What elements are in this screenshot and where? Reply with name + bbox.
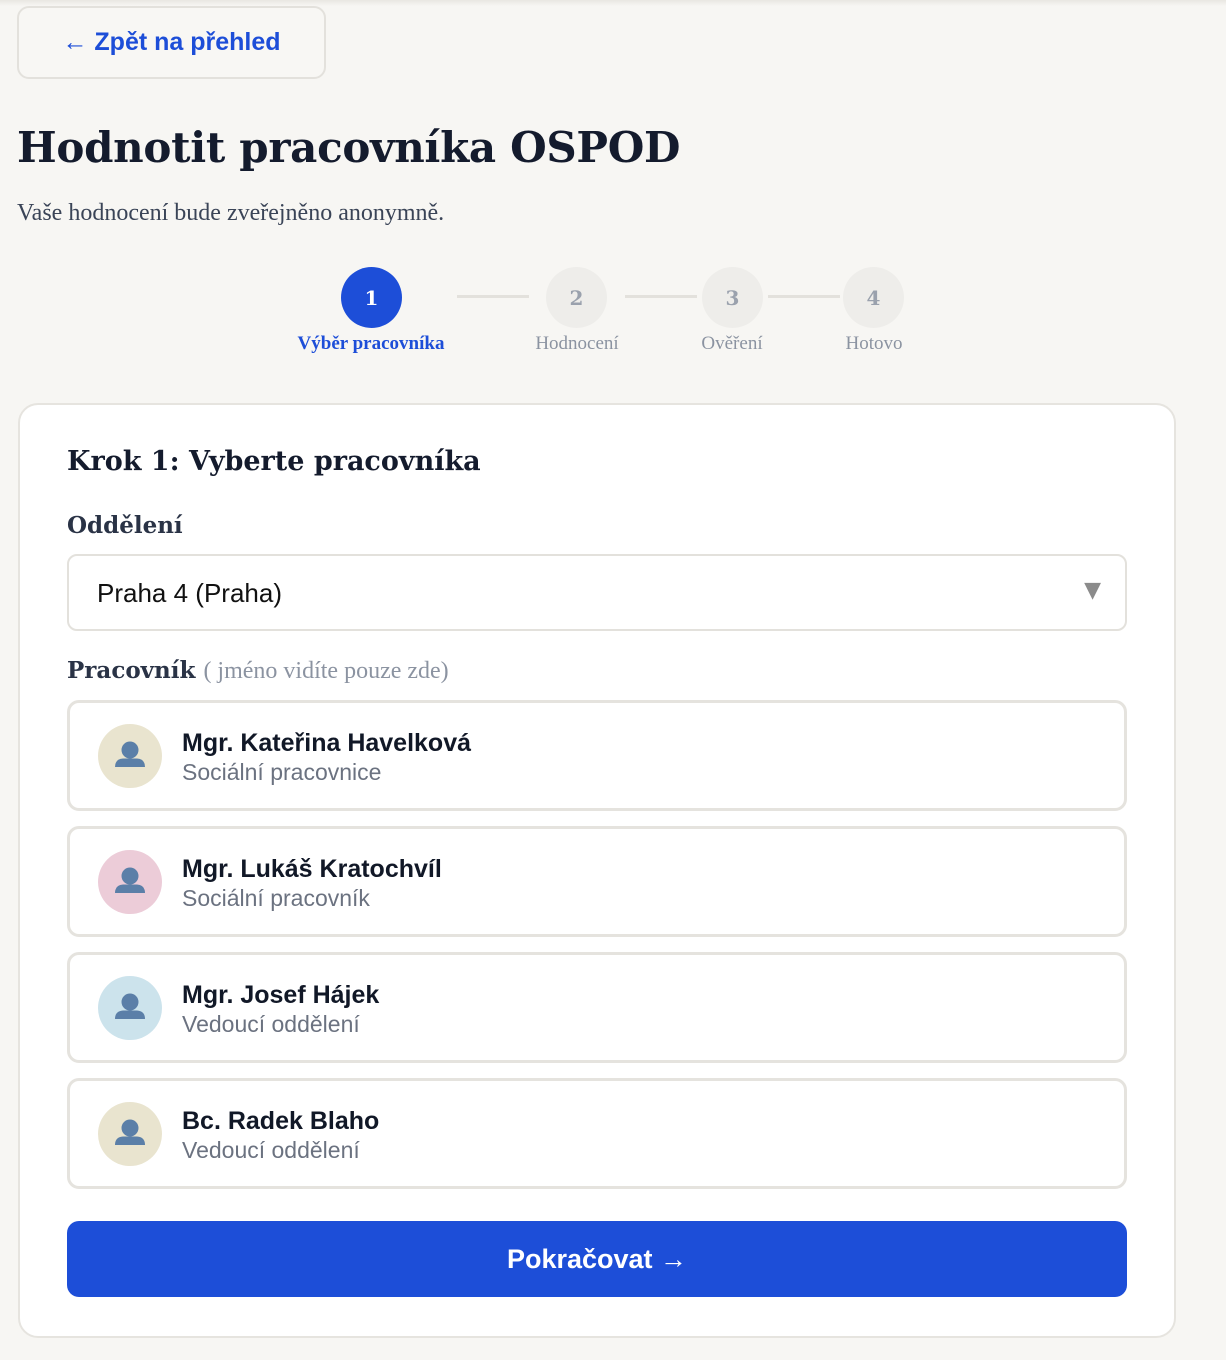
person-icon xyxy=(115,741,145,767)
worker-option[interactable]: Mgr. Kateřina Havelková Sociální pracovn… xyxy=(67,700,1127,811)
step-3-label: Ověření xyxy=(701,333,763,354)
department-select-value: Praha 4 (Praha) xyxy=(97,578,282,608)
worker-name: Mgr. Josef Hájek xyxy=(182,981,380,1009)
step-3-circle: 3 xyxy=(702,267,763,328)
person-icon xyxy=(115,1119,145,1145)
department-label: Oddělení xyxy=(67,511,183,541)
avatar xyxy=(98,1102,162,1166)
page-title: Hodnotit pracovníka OSPOD xyxy=(17,123,681,172)
avatar xyxy=(98,724,162,788)
worker-role: Vedoucí oddělení xyxy=(182,1137,360,1163)
step-2-label: Hodnocení xyxy=(535,333,619,354)
step-1-circle: 1 xyxy=(341,267,402,328)
worker-role: Sociální pracovník xyxy=(182,885,370,911)
worker-option[interactable]: Bc. Radek Blaho Vedoucí oddělení xyxy=(67,1078,1127,1189)
step-2-circle: 2 xyxy=(546,267,607,328)
worker-role: Vedoucí oddělení xyxy=(182,1011,360,1037)
avatar xyxy=(98,976,162,1040)
worker-label: Pracovník ( jméno vidíte pouze zde) xyxy=(67,656,449,686)
worker-name: Bc. Radek Blaho xyxy=(182,1107,380,1135)
department-label-text: Oddělení xyxy=(67,512,183,539)
department-select[interactable]: Praha 4 (Praha) ▼ xyxy=(67,554,1127,631)
worker-role: Sociální pracovnice xyxy=(182,759,382,785)
avatar xyxy=(98,850,162,914)
step-connector xyxy=(768,295,840,298)
step-4-label: Hotovo xyxy=(845,333,903,354)
worker-label-hint: ( jméno vidíte pouze zde) xyxy=(203,658,449,684)
page-subtitle: Vaše hodnocení bude zveřejněno anonymně. xyxy=(17,200,445,226)
worker-label-text: Pracovník xyxy=(67,657,196,684)
step-connector xyxy=(625,295,697,298)
worker-name: Mgr. Kateřina Havelková xyxy=(182,729,472,757)
chevron-down-icon: ▼ xyxy=(1084,578,1101,603)
step-title: Krok 1: Vyberte pracovníka xyxy=(67,446,481,477)
step-4-circle: 4 xyxy=(843,267,904,328)
continue-button[interactable]: Pokračovat → xyxy=(67,1221,1127,1297)
back-to-overview-button[interactable]: ← Zpět na přehled xyxy=(17,6,326,79)
worker-name: Mgr. Lukáš Kratochvíl xyxy=(182,855,442,883)
worker-option[interactable]: Mgr. Lukáš Kratochvíl Sociální pracovník xyxy=(67,826,1127,937)
person-icon xyxy=(115,867,145,893)
person-icon xyxy=(115,993,145,1019)
step-1-label: Výběr pracovníka xyxy=(297,333,445,354)
worker-option[interactable]: Mgr. Josef Hájek Vedoucí oddělení xyxy=(67,952,1127,1063)
step-connector xyxy=(457,295,529,298)
